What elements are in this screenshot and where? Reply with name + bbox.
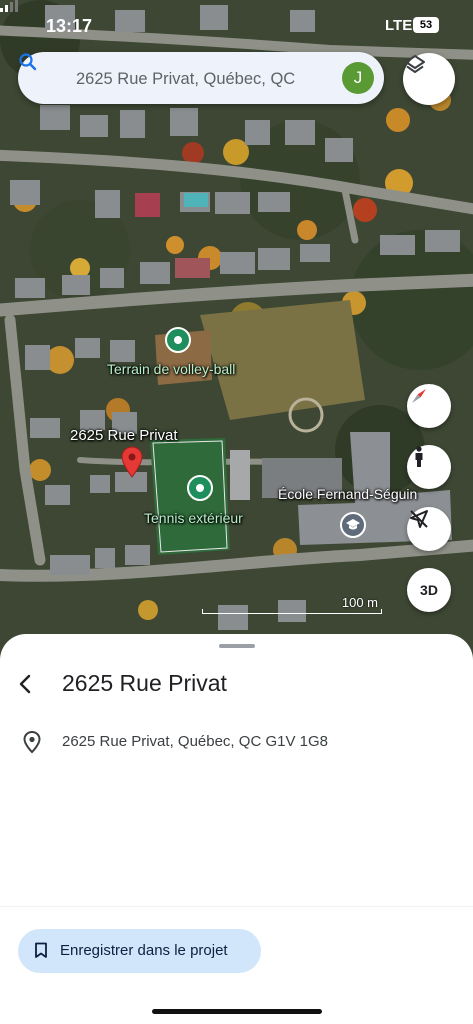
school-label[interactable]: École Fernand-Séguin bbox=[278, 486, 417, 502]
cellular-signal-icon bbox=[0, 0, 18, 12]
tennis-poi-marker[interactable] bbox=[187, 475, 213, 501]
volleyball-label[interactable]: Terrain de volley-ball bbox=[107, 361, 235, 377]
status-time: 13:17 bbox=[46, 16, 93, 36]
scale-line bbox=[202, 609, 382, 614]
divider bbox=[0, 906, 473, 907]
status-bar: 13:17 LTE 53 bbox=[0, 0, 473, 48]
place-bottom-sheet[interactable]: 2625 Rue Privat 2625 Rue Privat, Québec,… bbox=[0, 634, 473, 1024]
compass-button[interactable] bbox=[407, 384, 451, 428]
save-to-project-button[interactable]: Enregistrer dans le projet bbox=[18, 929, 261, 973]
school-poi-marker[interactable] bbox=[340, 512, 366, 538]
volleyball-poi-marker[interactable] bbox=[165, 327, 191, 353]
drag-handle[interactable] bbox=[219, 644, 255, 648]
tennis-label[interactable]: Tennis extérieur bbox=[144, 510, 243, 526]
battery-level: 53 bbox=[413, 17, 439, 33]
layers-icon bbox=[405, 55, 425, 73]
street-view-button[interactable] bbox=[407, 445, 451, 489]
location-off-icon bbox=[410, 510, 428, 528]
address-row[interactable]: 2625 Rue Privat, Québec, QC G1V 1G8 bbox=[20, 730, 460, 754]
search-input[interactable] bbox=[74, 62, 338, 96]
save-button-label: Enregistrer dans le projet bbox=[60, 942, 228, 959]
red-pin-icon[interactable] bbox=[121, 446, 143, 478]
network-type: LTE bbox=[385, 17, 413, 34]
search-icon[interactable] bbox=[18, 52, 38, 72]
my-location-button[interactable] bbox=[407, 507, 451, 551]
3d-button[interactable]: 3D bbox=[407, 568, 451, 612]
search-bar[interactable]: J bbox=[18, 52, 384, 104]
back-icon[interactable] bbox=[12, 670, 40, 698]
compass-icon bbox=[412, 389, 426, 403]
scale-label: 100 m bbox=[341, 595, 378, 610]
address-pin-label: 2625 Rue Privat bbox=[70, 427, 178, 444]
school-icon bbox=[346, 519, 360, 530]
place-address: 2625 Rue Privat, Québec, QC G1V 1G8 bbox=[62, 733, 328, 750]
bookmark-icon bbox=[35, 942, 47, 958]
layers-button[interactable] bbox=[403, 53, 455, 105]
home-indicator[interactable] bbox=[152, 1009, 322, 1014]
pin-outline-icon bbox=[23, 730, 41, 754]
avatar[interactable]: J bbox=[342, 62, 374, 94]
place-title: 2625 Rue Privat bbox=[62, 670, 227, 696]
satellite-map[interactable]: 13:17 LTE 53 J Terrain de volley-ball 26… bbox=[0, 0, 473, 660]
pegman-icon bbox=[415, 446, 423, 467]
map-scale: 100 m bbox=[202, 595, 382, 615]
